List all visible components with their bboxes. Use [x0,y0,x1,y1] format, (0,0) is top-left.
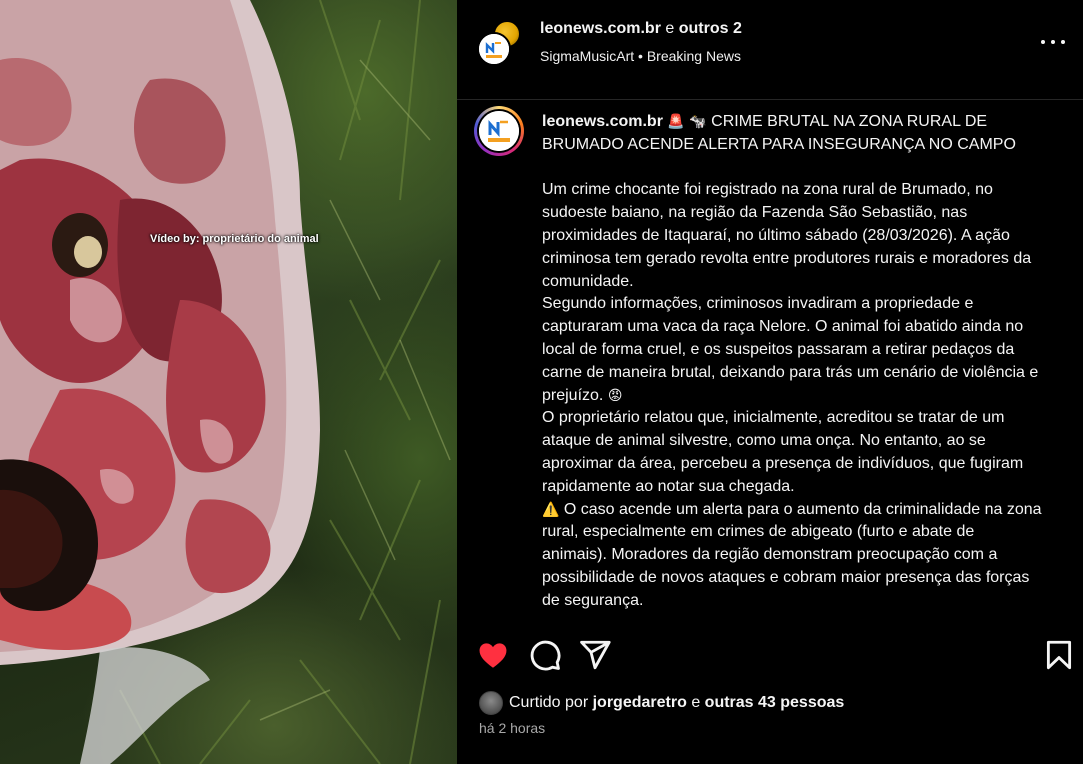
header-others-link[interactable]: outros 2 [679,20,742,37]
post-caption: leonews.com.br 🚨 🐄 CRIME BRUTAL NA ZONA … [457,100,1083,622]
more-horizontal-icon [1061,40,1065,44]
header-title: leonews.com.br e outros 2 [540,20,742,38]
liker-avatar[interactable] [479,691,503,715]
cow-icon: 🐄 [689,114,707,130]
comment-icon [530,640,561,671]
likes-others-link[interactable]: outras 43 pessoas [705,694,845,712]
caption-paragraph-1: Um crime chocante foi registrado na zona… [542,181,1032,290]
more-horizontal-icon [1051,40,1055,44]
media-image [0,0,451,764]
leonews-logo-icon [479,34,509,64]
bookmark-icon [1046,640,1072,670]
action-bar [457,630,1083,680]
collab-avatars[interactable] [477,20,521,66]
share-button[interactable] [578,638,612,672]
warning-icon: ⚠️ [542,501,560,518]
comment-button[interactable] [528,638,562,672]
audio-track[interactable]: Breaking News [647,48,741,64]
audio-link[interactable]: SigmaMusicArt [540,48,634,64]
share-icon [580,640,611,670]
subline-separator: • [638,48,643,64]
angry-face-icon: 😡 [607,387,623,404]
caption-avatar[interactable] [474,106,524,156]
post-media[interactable]: Vídeo by: proprietário do animal [0,0,457,764]
caption-paragraph-4: O caso acende um alerta para o aumento d… [542,500,1042,609]
save-button[interactable] [1042,638,1076,672]
siren-icon: 🚨 [667,114,685,130]
liker-username[interactable]: jorgedaretro [593,694,687,712]
header-account-link[interactable]: leonews.com.br [540,20,661,37]
more-options-button[interactable] [1041,32,1065,52]
post-timestamp[interactable]: há 2 horas [479,720,545,736]
caption-username[interactable]: leonews.com.br [542,113,663,130]
likes-summary: Curtido por jorgedaretro e outras 43 pes… [479,690,844,716]
likes-and: e [691,694,701,711]
post-header: leonews.com.br e outros 2 SigmaMusicArt … [457,0,1083,100]
leonews-logo-icon [479,111,519,151]
heart-filled-icon [479,643,507,668]
more-horizontal-icon [1041,40,1045,44]
like-button[interactable] [476,638,510,672]
header-and: e [665,20,675,37]
caption-paragraph-3: O proprietário relatou que, inicialmente… [542,409,1024,495]
collab-avatar-primary [477,32,511,66]
likes-prefix: Curtido por [509,694,589,711]
post-panel: leonews.com.br e outros 2 SigmaMusicArt … [457,0,1083,764]
media-caption: Vídeo by: proprietário do animal [150,233,319,245]
header-subline: SigmaMusicArt • Breaking News [540,48,741,64]
caption-text: leonews.com.br 🚨 🐄 CRIME BRUTAL NA ZONA … [542,111,1042,613]
